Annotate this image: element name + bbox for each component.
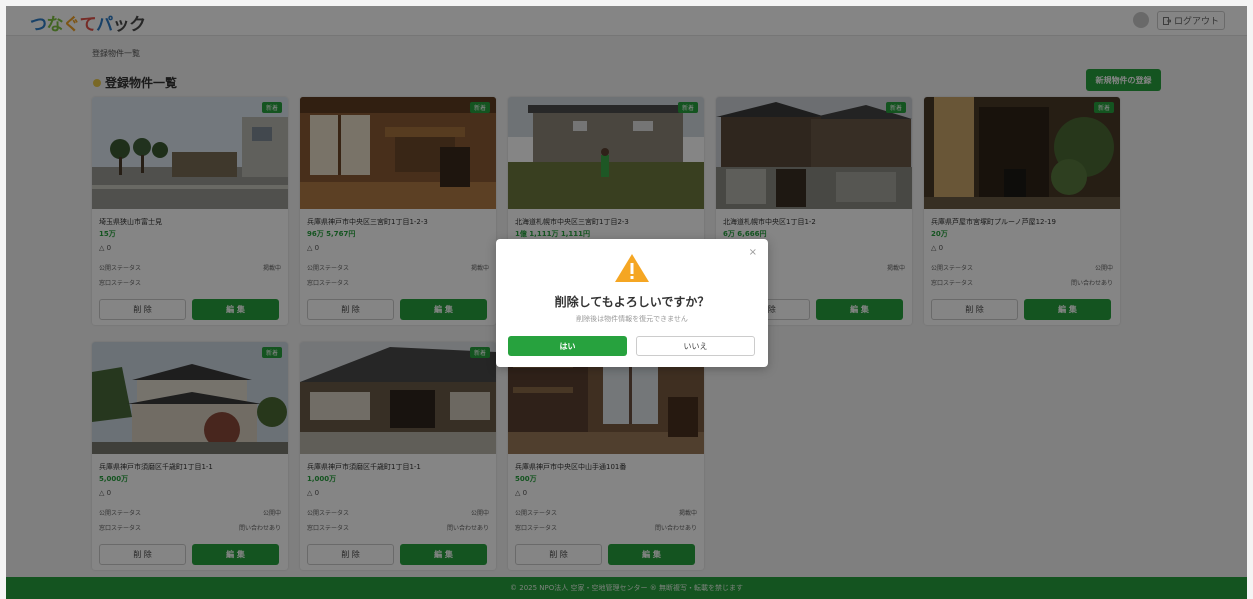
close-icon[interactable]: × <box>749 247 757 258</box>
delete-confirm-dialog: × 削除してもよろしいですか？ 削除後は物件情報を復元できません はい いいえ <box>496 239 768 367</box>
dialog-title: 削除してもよろしいですか？ <box>554 295 710 309</box>
confirm-yes-button[interactable]: はい <box>508 336 627 356</box>
warning-icon <box>615 254 649 282</box>
dialog-message: 削除後は物件情報を復元できません <box>576 315 688 323</box>
confirm-no-button[interactable]: いいえ <box>636 336 755 356</box>
